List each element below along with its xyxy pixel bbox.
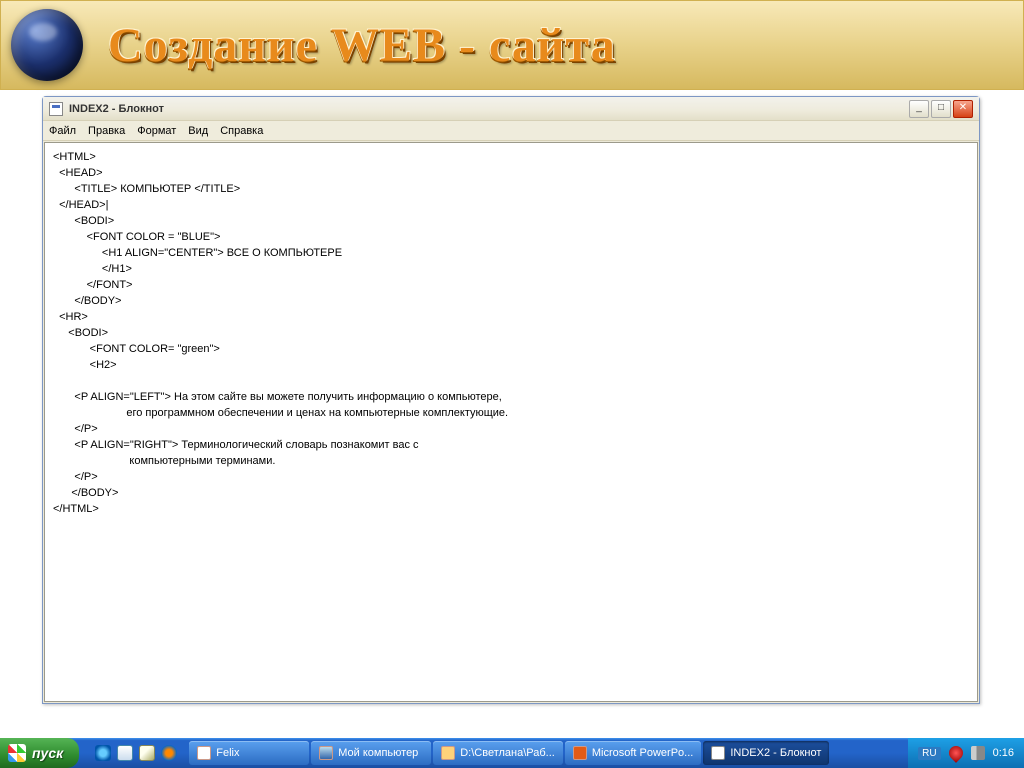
menu-help[interactable]: Справка bbox=[220, 125, 263, 137]
volume-icon[interactable] bbox=[971, 746, 985, 760]
window-controls: _ □ ✕ bbox=[909, 100, 973, 118]
banner-title: Создание WEB - сайта bbox=[108, 18, 616, 73]
menu-format[interactable]: Формат bbox=[137, 125, 176, 137]
taskbar-item-mycomputer[interactable]: Мой компьютер bbox=[311, 741, 431, 765]
taskbar-item-felix[interactable]: Felix bbox=[189, 741, 309, 765]
mycomputer-icon bbox=[319, 746, 333, 760]
notepad-taskbar-icon bbox=[711, 746, 725, 760]
taskbar-item-folder[interactable]: D:\Светлана\Раб... bbox=[433, 741, 563, 765]
notepad-window: INDEX2 - Блокнот _ □ ✕ Файл Правка Форма… bbox=[42, 96, 980, 704]
menu-view[interactable]: Вид bbox=[188, 125, 208, 137]
task-label: INDEX2 - Блокнот bbox=[730, 747, 821, 759]
task-label: D:\Светлана\Раб... bbox=[460, 747, 555, 759]
window-title-text: INDEX2 - Блокнот bbox=[69, 103, 909, 115]
taskbar-item-notepad[interactable]: INDEX2 - Блокнот bbox=[703, 741, 829, 765]
globe-icon bbox=[11, 9, 83, 81]
maximize-button[interactable]: □ bbox=[931, 100, 951, 118]
task-label: Felix bbox=[216, 747, 239, 759]
start-label: пуск bbox=[32, 745, 63, 761]
security-icon[interactable] bbox=[946, 743, 966, 763]
notepad-icon bbox=[49, 102, 63, 116]
text-editor-area[interactable]: <HTML> <HEAD> <TITLE> КОМПЬЮТЕР </TITLE>… bbox=[44, 142, 978, 702]
menu-file[interactable]: Файл bbox=[49, 125, 76, 137]
menu-bar: Файл Правка Формат Вид Справка bbox=[43, 121, 979, 141]
quick-launch bbox=[87, 738, 185, 768]
folder-icon bbox=[441, 746, 455, 760]
taskbar-item-powerpoint[interactable]: Microsoft PowerPo... bbox=[565, 741, 701, 765]
powerpoint-icon bbox=[573, 746, 587, 760]
taskbar: пуск Felix Мой компьютер D:\Светлана\Раб… bbox=[0, 738, 1024, 768]
language-indicator[interactable]: RU bbox=[918, 747, 940, 760]
presentation-banner: Создание WEB - сайта bbox=[0, 0, 1024, 90]
ie-icon[interactable] bbox=[95, 745, 111, 761]
media-player-icon[interactable] bbox=[161, 745, 177, 761]
taskbar-items: Felix Мой компьютер D:\Светлана\Раб... M… bbox=[185, 738, 908, 768]
start-button[interactable]: пуск bbox=[0, 738, 79, 768]
felix-icon bbox=[197, 746, 211, 760]
minimize-button[interactable]: _ bbox=[909, 100, 929, 118]
clock[interactable]: 0:16 bbox=[993, 747, 1014, 759]
close-button[interactable]: ✕ bbox=[953, 100, 973, 118]
system-tray: RU 0:16 bbox=[908, 738, 1024, 768]
windows-logo-icon bbox=[8, 744, 26, 762]
task-label: Microsoft PowerPo... bbox=[592, 747, 693, 759]
menu-edit[interactable]: Правка bbox=[88, 125, 125, 137]
mail-icon[interactable] bbox=[117, 745, 133, 761]
task-label: Мой компьютер bbox=[338, 747, 418, 759]
window-titlebar[interactable]: INDEX2 - Блокнот _ □ ✕ bbox=[43, 97, 979, 121]
show-desktop-icon[interactable] bbox=[139, 745, 155, 761]
